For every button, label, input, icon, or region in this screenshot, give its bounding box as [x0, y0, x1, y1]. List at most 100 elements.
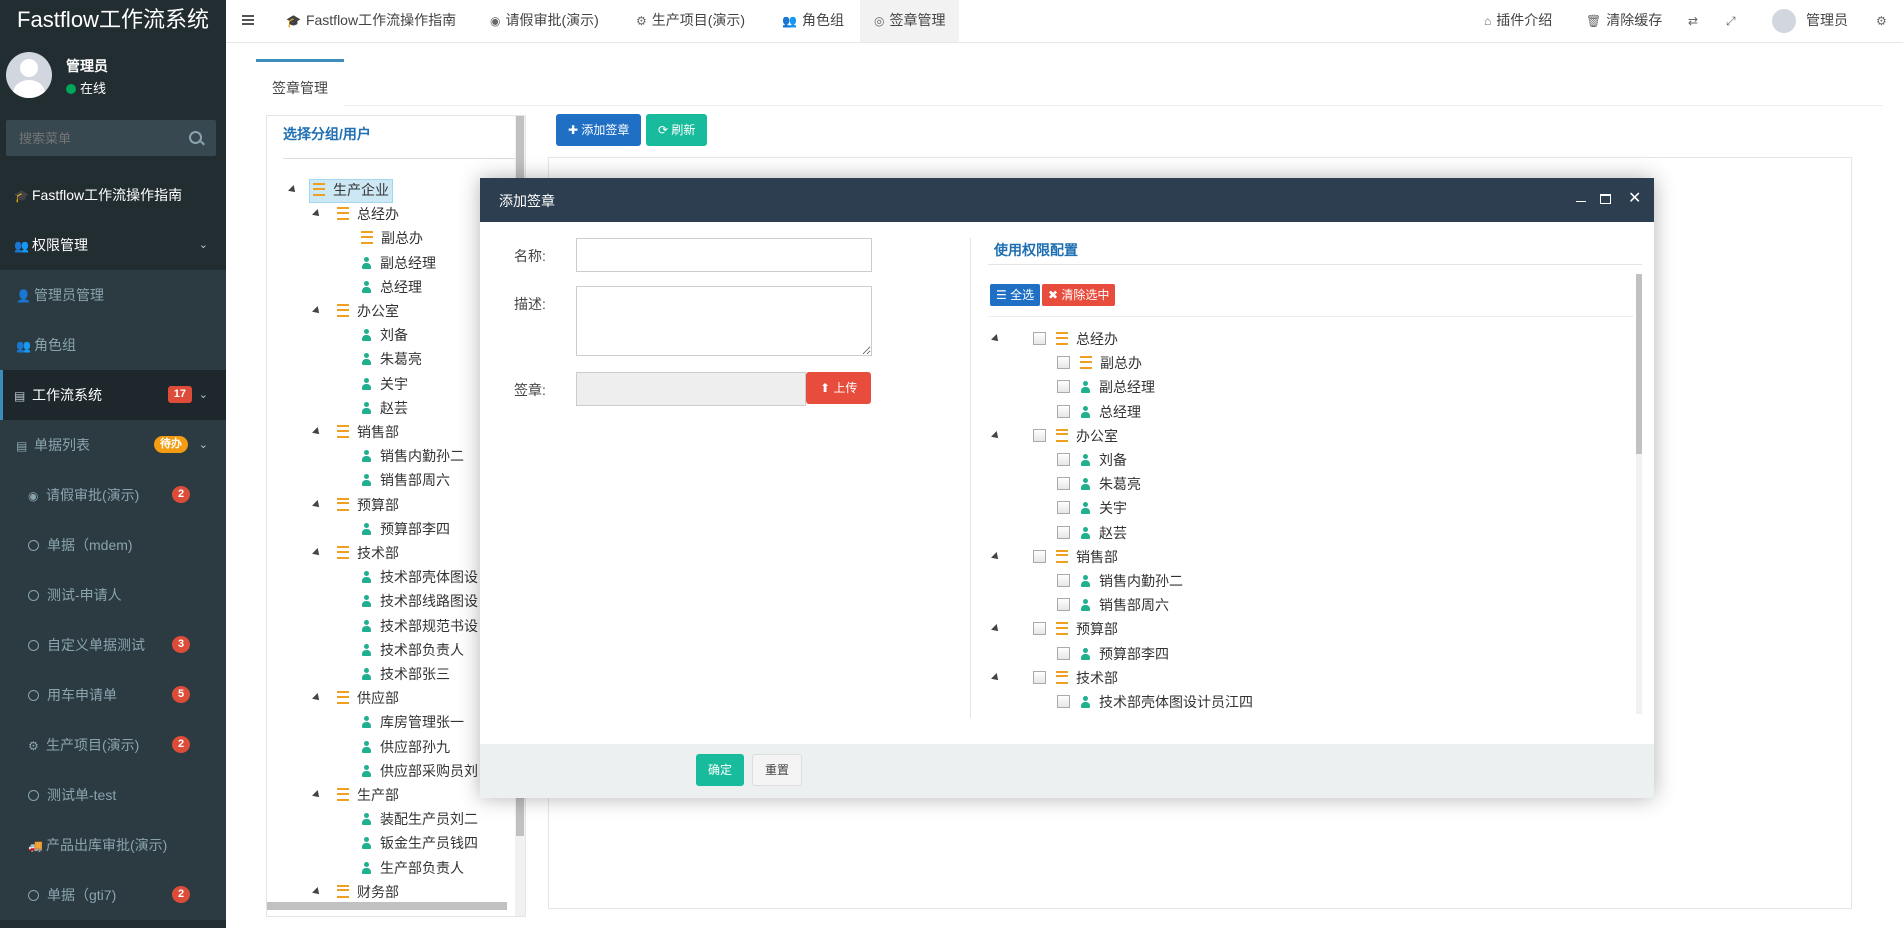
- expand-arrow-icon[interactable]: [312, 427, 322, 437]
- tree-node[interactable]: 关宇: [361, 373, 408, 395]
- tree-node[interactable]: 技术部负责人: [361, 639, 464, 661]
- checkbox[interactable]: [1057, 525, 1070, 539]
- sidebar-item-production[interactable]: ⚙ 生产项目(演示) 2: [0, 720, 226, 770]
- tab-guide[interactable]: 🎓 Fastflow工作流操作指南: [286, 0, 456, 42]
- tree-node[interactable]: 库房管理张一: [361, 711, 464, 733]
- horizontal-scrollbar[interactable]: [267, 902, 507, 910]
- expand-arrow-icon[interactable]: [991, 624, 1001, 635]
- expand-arrow-icon[interactable]: [312, 499, 322, 510]
- tree-node[interactable]: 赵芸: [361, 397, 408, 419]
- tree-node[interactable]: 总经办: [337, 203, 399, 225]
- checkbox[interactable]: [1057, 356, 1070, 370]
- checkbox[interactable]: [1057, 453, 1070, 466]
- search-menu-input[interactable]: [6, 120, 191, 156]
- sidebar-item-custom-doc[interactable]: 自定义单据测试 3: [0, 620, 226, 670]
- sidebar-item-test-applicant[interactable]: 测试-申请人: [0, 570, 226, 620]
- sidebar-item-permissions[interactable]: 👥 权限管理 ⌄: [0, 220, 226, 270]
- tree-node[interactable]: 生产部: [337, 784, 399, 806]
- app-logo[interactable]: Fastflow工作流系统: [0, 0, 226, 42]
- tree-node[interactable]: 刘备: [1057, 449, 1127, 471]
- tree-node[interactable]: 总经理: [361, 276, 422, 298]
- checkbox[interactable]: [1057, 501, 1070, 515]
- description-textarea[interactable]: [576, 286, 872, 356]
- tree-node[interactable]: 办公室: [337, 300, 399, 322]
- expand-arrow-icon[interactable]: [312, 306, 322, 316]
- tree-node[interactable]: 预算部李四: [361, 518, 450, 540]
- tree-node[interactable]: 技术部: [1033, 667, 1118, 689]
- tab-seal-management[interactable]: 签章管理: [256, 59, 344, 106]
- checkbox[interactable]: [1057, 646, 1070, 660]
- name-input[interactable]: [576, 238, 872, 272]
- sidebar-item-mdem[interactable]: 单据（mdem): [0, 520, 226, 570]
- tree-node[interactable]: 销售内勤孙二: [361, 445, 464, 467]
- tree-node[interactable]: 预算部: [1033, 618, 1118, 640]
- user-menu[interactable]: 管理员: [1806, 0, 1848, 42]
- sidebar-item-outbound[interactable]: 🚚 产品出库审批(演示): [0, 820, 226, 870]
- sidebar-item-test[interactable]: 测试单-test: [0, 770, 226, 820]
- tree-node[interactable]: 财务部: [337, 881, 399, 903]
- add-seal-button[interactable]: ✚ 添加签章: [556, 114, 642, 146]
- sidebar-item-leave[interactable]: ◉ 请假审批(演示) 2: [0, 470, 226, 520]
- checkbox[interactable]: [1033, 670, 1046, 684]
- sidebar-item-workflow[interactable]: ▤ 工作流系统 17 ⌄: [0, 370, 226, 420]
- clear-selection-button[interactable]: ✖ 清除选中: [1042, 284, 1116, 306]
- expand-arrow-icon[interactable]: [991, 551, 1001, 562]
- gear-icon[interactable]: ⚙: [1876, 0, 1892, 42]
- tree-node[interactable]: 总经办: [1033, 328, 1118, 350]
- expand-arrow-icon[interactable]: [312, 886, 322, 897]
- expand-arrow-icon[interactable]: [288, 185, 298, 195]
- upload-button[interactable]: ⬆ 上传: [806, 372, 872, 404]
- tree-node[interactable]: 销售内勤孙二: [1057, 570, 1183, 592]
- tree-node[interactable]: 供应部孙九: [361, 736, 450, 758]
- tree-node[interactable]: 销售部: [337, 421, 399, 443]
- expand-arrow-icon[interactable]: [312, 548, 322, 558]
- checkbox[interactable]: [1057, 574, 1070, 587]
- tree-node[interactable]: 生产部负责人: [361, 857, 464, 879]
- tree-node[interactable]: 技术部线路图设计杨: [1057, 715, 1225, 718]
- tree-node[interactable]: 预算部李四: [1057, 643, 1169, 665]
- sidebar-item-guide[interactable]: 🎓 Fastflow工作流操作指南: [0, 170, 226, 220]
- tree-node[interactable]: 赵芸: [1057, 522, 1127, 544]
- minimize-icon[interactable]: [1576, 201, 1586, 202]
- tree-node[interactable]: 技术部线路图设: [361, 590, 478, 612]
- checkbox[interactable]: [1057, 598, 1070, 612]
- expand-arrow-icon[interactable]: [991, 672, 1001, 683]
- plugin-link[interactable]: ⌂ 插件介绍: [1484, 0, 1552, 42]
- tree-node[interactable]: 总经理: [1057, 401, 1141, 423]
- tree-node[interactable]: 销售部: [1033, 546, 1118, 568]
- tree-node[interactable]: 技术部规范书设: [361, 615, 478, 637]
- sidebar-item-car[interactable]: 用车申请单 5: [0, 670, 226, 720]
- expand-arrow-icon[interactable]: [312, 693, 322, 704]
- checkbox[interactable]: [1033, 622, 1046, 636]
- maximize-icon[interactable]: [1600, 194, 1611, 204]
- tree-node[interactable]: 副总办: [361, 227, 423, 249]
- avatar[interactable]: [1772, 9, 1796, 33]
- menu-toggle-icon[interactable]: [242, 15, 254, 17]
- sidebar-item-doc-list[interactable]: ▤ 单据列表 待办 ⌄: [0, 420, 226, 470]
- seal-file-input[interactable]: [576, 372, 806, 406]
- tree-node[interactable]: 技术部壳体图设计员江四: [1057, 691, 1253, 713]
- clear-cache-link[interactable]: 🗑 清除缓存: [1586, 0, 1662, 42]
- checkbox[interactable]: [1057, 404, 1070, 418]
- expand-arrow-icon[interactable]: [312, 209, 322, 220]
- tree-node[interactable]: 技术部: [337, 542, 399, 564]
- fullscreen-icon[interactable]: ⤢: [1726, 0, 1741, 42]
- confirm-button[interactable]: 确定: [696, 754, 745, 786]
- tree-node[interactable]: 生产企业: [309, 179, 393, 203]
- tree-node[interactable]: 供应部采购员刘: [361, 760, 478, 782]
- translate-icon[interactable]: ⇄: [1688, 0, 1703, 42]
- checkbox[interactable]: [1057, 695, 1070, 708]
- tab-roles[interactable]: 👥 角色组: [782, 0, 844, 42]
- sidebar-item-roles[interactable]: 👥 角色组: [0, 320, 226, 370]
- sidebar-item-gti7[interactable]: 单据（gti7) 2: [0, 870, 226, 920]
- expand-arrow-icon[interactable]: [991, 430, 1001, 441]
- expand-arrow-icon[interactable]: [312, 790, 322, 800]
- tree-node[interactable]: 副总办: [1057, 352, 1142, 374]
- tree-node[interactable]: 朱葛亮: [1057, 473, 1141, 495]
- tree-node[interactable]: 技术部张三: [361, 663, 450, 685]
- search-icon[interactable]: [189, 131, 202, 144]
- tree-node[interactable]: 钣金生产员钱四: [361, 832, 478, 854]
- refresh-button[interactable]: ⟳ 刷新: [646, 114, 708, 146]
- tree-node[interactable]: 办公室: [1033, 425, 1118, 447]
- tree-node[interactable]: 供应部: [337, 687, 399, 709]
